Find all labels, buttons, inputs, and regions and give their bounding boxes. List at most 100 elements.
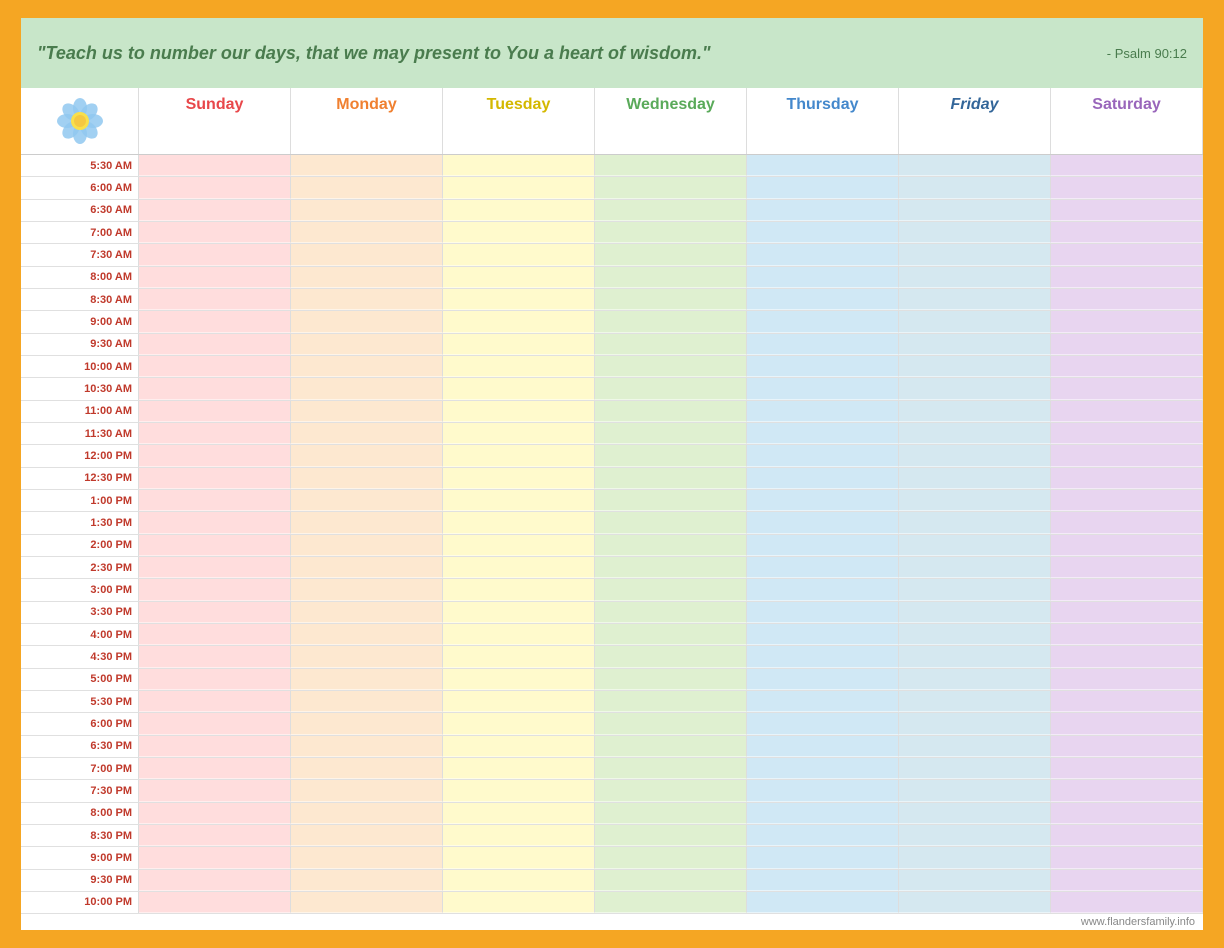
cell-sunday[interactable]	[139, 557, 291, 578]
cell-sunday[interactable]	[139, 177, 291, 198]
cell-monday[interactable]	[291, 870, 443, 891]
cell-sunday[interactable]	[139, 736, 291, 757]
cell-monday[interactable]	[291, 267, 443, 288]
cell-tuesday[interactable]	[443, 222, 595, 243]
cell-wednesday[interactable]	[595, 177, 747, 198]
cell-friday[interactable]	[899, 825, 1051, 846]
cell-wednesday[interactable]	[595, 825, 747, 846]
cell-wednesday[interactable]	[595, 669, 747, 690]
cell-tuesday[interactable]	[443, 423, 595, 444]
cell-monday[interactable]	[291, 579, 443, 600]
cell-saturday[interactable]	[1051, 155, 1203, 176]
cell-thursday[interactable]	[747, 244, 899, 265]
cell-wednesday[interactable]	[595, 847, 747, 868]
cell-thursday[interactable]	[747, 669, 899, 690]
cell-thursday[interactable]	[747, 736, 899, 757]
cell-monday[interactable]	[291, 490, 443, 511]
cell-friday[interactable]	[899, 490, 1051, 511]
cell-friday[interactable]	[899, 780, 1051, 801]
cell-friday[interactable]	[899, 401, 1051, 422]
cell-saturday[interactable]	[1051, 624, 1203, 645]
cell-thursday[interactable]	[747, 423, 899, 444]
cell-monday[interactable]	[291, 177, 443, 198]
cell-saturday[interactable]	[1051, 758, 1203, 779]
cell-wednesday[interactable]	[595, 378, 747, 399]
cell-sunday[interactable]	[139, 222, 291, 243]
cell-saturday[interactable]	[1051, 401, 1203, 422]
cell-thursday[interactable]	[747, 624, 899, 645]
cell-saturday[interactable]	[1051, 311, 1203, 332]
cell-thursday[interactable]	[747, 892, 899, 913]
cell-monday[interactable]	[291, 334, 443, 355]
cell-thursday[interactable]	[747, 847, 899, 868]
cell-thursday[interactable]	[747, 691, 899, 712]
cell-wednesday[interactable]	[595, 602, 747, 623]
cell-saturday[interactable]	[1051, 780, 1203, 801]
cell-wednesday[interactable]	[595, 423, 747, 444]
cell-thursday[interactable]	[747, 579, 899, 600]
cell-tuesday[interactable]	[443, 445, 595, 466]
cell-wednesday[interactable]	[595, 334, 747, 355]
cell-friday[interactable]	[899, 557, 1051, 578]
cell-tuesday[interactable]	[443, 289, 595, 310]
cell-monday[interactable]	[291, 691, 443, 712]
cell-wednesday[interactable]	[595, 780, 747, 801]
cell-sunday[interactable]	[139, 311, 291, 332]
cell-friday[interactable]	[899, 847, 1051, 868]
cell-thursday[interactable]	[747, 356, 899, 377]
cell-monday[interactable]	[291, 423, 443, 444]
cell-saturday[interactable]	[1051, 713, 1203, 734]
cell-thursday[interactable]	[747, 155, 899, 176]
cell-friday[interactable]	[899, 579, 1051, 600]
cell-monday[interactable]	[291, 512, 443, 533]
cell-wednesday[interactable]	[595, 758, 747, 779]
cell-saturday[interactable]	[1051, 222, 1203, 243]
cell-saturday[interactable]	[1051, 892, 1203, 913]
cell-monday[interactable]	[291, 646, 443, 667]
cell-thursday[interactable]	[747, 646, 899, 667]
cell-thursday[interactable]	[747, 713, 899, 734]
cell-friday[interactable]	[899, 624, 1051, 645]
cell-wednesday[interactable]	[595, 803, 747, 824]
cell-tuesday[interactable]	[443, 468, 595, 489]
cell-saturday[interactable]	[1051, 177, 1203, 198]
cell-friday[interactable]	[899, 669, 1051, 690]
cell-sunday[interactable]	[139, 445, 291, 466]
cell-tuesday[interactable]	[443, 356, 595, 377]
cell-friday[interactable]	[899, 892, 1051, 913]
cell-sunday[interactable]	[139, 535, 291, 556]
cell-friday[interactable]	[899, 691, 1051, 712]
cell-saturday[interactable]	[1051, 267, 1203, 288]
cell-saturday[interactable]	[1051, 847, 1203, 868]
cell-friday[interactable]	[899, 222, 1051, 243]
cell-monday[interactable]	[291, 401, 443, 422]
cell-wednesday[interactable]	[595, 646, 747, 667]
cell-wednesday[interactable]	[595, 892, 747, 913]
cell-sunday[interactable]	[139, 155, 291, 176]
cell-thursday[interactable]	[747, 535, 899, 556]
cell-sunday[interactable]	[139, 847, 291, 868]
cell-saturday[interactable]	[1051, 378, 1203, 399]
cell-friday[interactable]	[899, 289, 1051, 310]
cell-tuesday[interactable]	[443, 870, 595, 891]
cell-tuesday[interactable]	[443, 847, 595, 868]
cell-friday[interactable]	[899, 378, 1051, 399]
cell-friday[interactable]	[899, 334, 1051, 355]
cell-sunday[interactable]	[139, 803, 291, 824]
cell-wednesday[interactable]	[595, 311, 747, 332]
cell-sunday[interactable]	[139, 825, 291, 846]
cell-thursday[interactable]	[747, 780, 899, 801]
cell-tuesday[interactable]	[443, 736, 595, 757]
cell-sunday[interactable]	[139, 691, 291, 712]
cell-thursday[interactable]	[747, 758, 899, 779]
cell-thursday[interactable]	[747, 378, 899, 399]
cell-thursday[interactable]	[747, 870, 899, 891]
cell-wednesday[interactable]	[595, 468, 747, 489]
cell-thursday[interactable]	[747, 825, 899, 846]
cell-thursday[interactable]	[747, 490, 899, 511]
cell-monday[interactable]	[291, 468, 443, 489]
cell-tuesday[interactable]	[443, 267, 595, 288]
cell-wednesday[interactable]	[595, 289, 747, 310]
cell-monday[interactable]	[291, 624, 443, 645]
cell-sunday[interactable]	[139, 646, 291, 667]
